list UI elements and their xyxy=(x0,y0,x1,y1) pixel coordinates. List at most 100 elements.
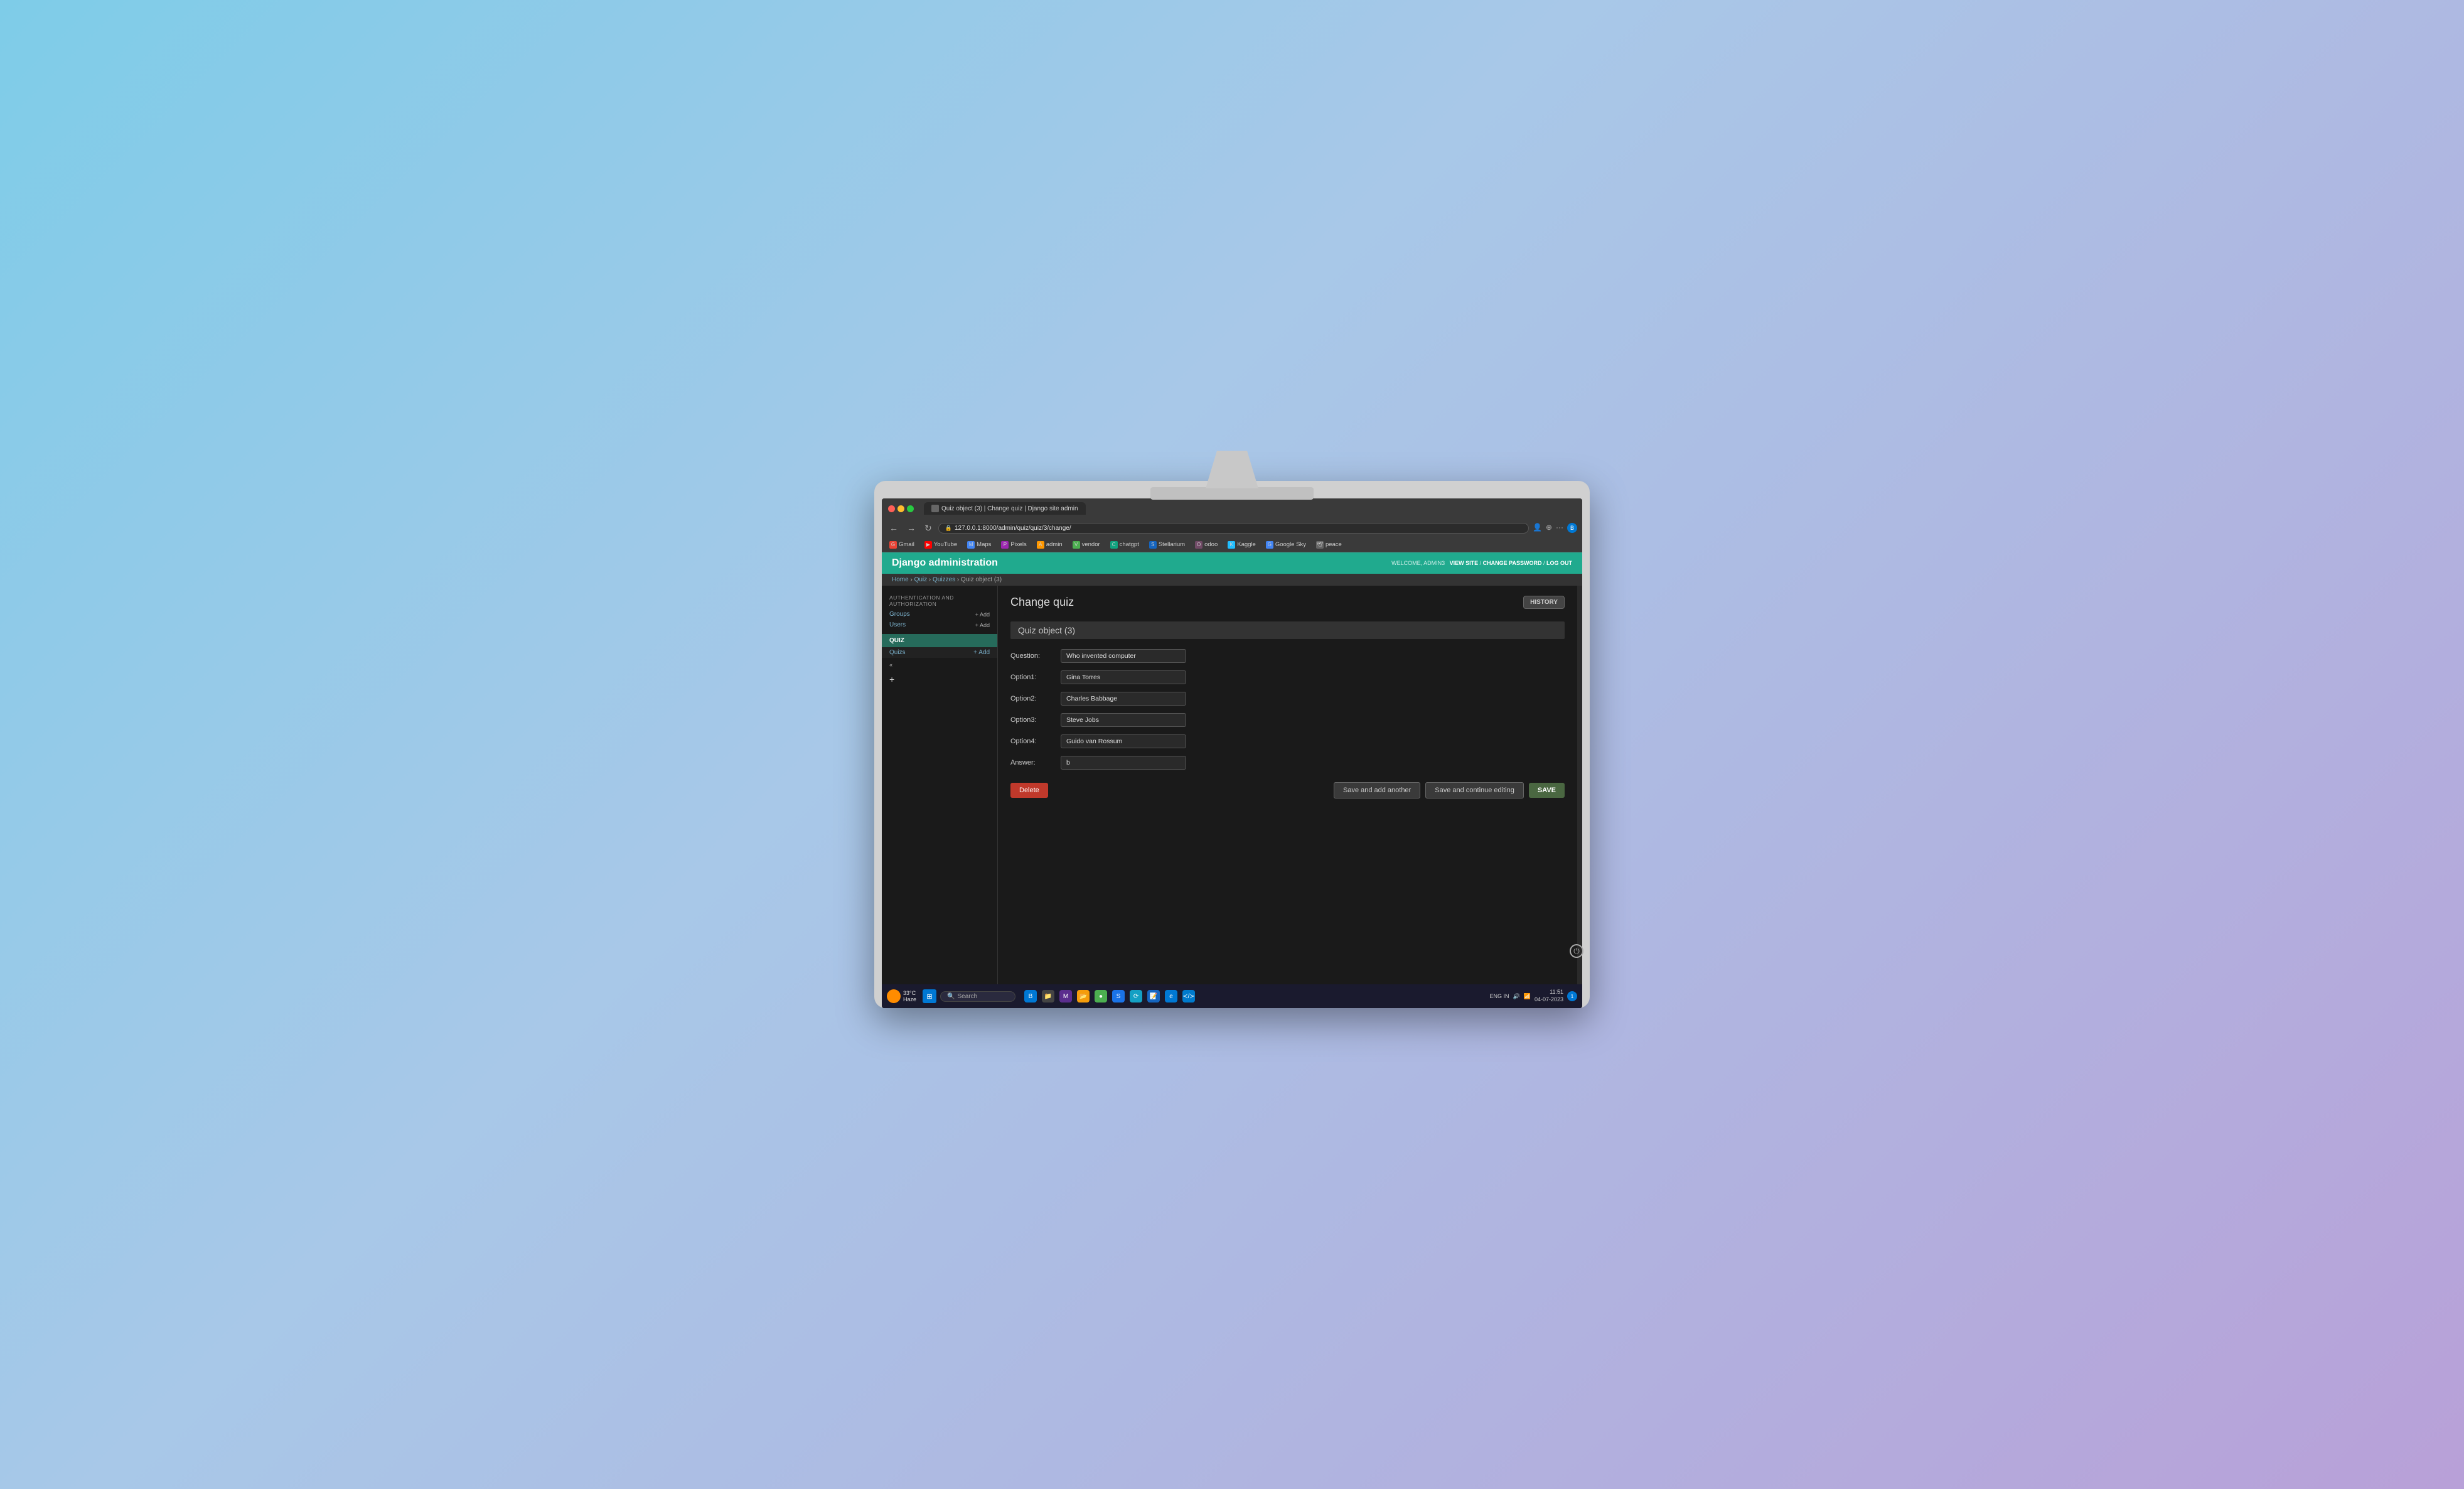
minimize-btn[interactable] xyxy=(897,505,904,512)
users-add-link[interactable]: + Add xyxy=(975,622,990,628)
admin-bm-icon: A xyxy=(1037,541,1044,549)
youtube-label: YouTube xyxy=(934,541,957,548)
weather-icon xyxy=(887,989,901,1003)
users-label: Users xyxy=(889,621,906,628)
django-page: Django administration WELCOME, ADMIN3 VI… xyxy=(882,552,1582,1008)
extensions-icon[interactable]: ⊕ xyxy=(1546,523,1552,533)
breadcrumb-quiz[interactable]: Quiz xyxy=(914,576,928,583)
taskbar-search[interactable]: 🔍 Search xyxy=(940,991,1015,1002)
bookmark-googlesky[interactable]: G Google Sky xyxy=(1263,540,1309,549)
sidebar-collapse-btn[interactable]: « xyxy=(882,658,997,672)
stellarium-label: Stellarium xyxy=(1159,541,1185,548)
monitor-stand-assembly xyxy=(1150,451,1314,500)
nav-icons: 👤 ⊕ ··· B xyxy=(1533,523,1577,533)
log-out-link[interactable]: LOG OUT xyxy=(1546,560,1572,566)
taskbar-meet-icon[interactable]: M xyxy=(1059,990,1072,1003)
taskbar-skype-icon[interactable]: S xyxy=(1112,990,1125,1003)
question-row: Question: xyxy=(1010,649,1565,663)
date-display: 04-07-2023 xyxy=(1535,996,1563,1004)
taskbar-vscode-icon[interactable]: ≺/≻ xyxy=(1182,990,1195,1003)
bookmark-admin[interactable]: A admin xyxy=(1034,540,1065,549)
bookmark-peace[interactable]: 🕊 peace xyxy=(1314,540,1344,549)
menu-icon[interactable]: ··· xyxy=(1556,523,1563,533)
time-display: 11:51 xyxy=(1535,989,1563,996)
bookmark-vendor[interactable]: V vendor xyxy=(1070,540,1103,549)
bookmark-chatgpt[interactable]: C chatgpt xyxy=(1108,540,1142,549)
save-continue-button[interactable]: Save and continue editing xyxy=(1425,782,1524,798)
answer-row: Answer: xyxy=(1010,756,1565,770)
bookmark-odoo[interactable]: O odoo xyxy=(1192,540,1220,549)
browser-titlebar: Quiz object (3) | Change quiz | Django s… xyxy=(882,498,1582,519)
pixels-icon: P xyxy=(1001,541,1009,549)
bookmark-youtube[interactable]: ▶ YouTube xyxy=(922,540,960,549)
answer-input[interactable] xyxy=(1061,756,1186,770)
search-text: Search xyxy=(957,993,977,1000)
sidebar-item-quizzes[interactable]: Quizs + Add xyxy=(882,647,997,658)
stellarium-icon: S xyxy=(1149,541,1157,549)
answer-label: Answer: xyxy=(1010,759,1061,766)
breadcrumb-current: Quiz object (3) xyxy=(961,576,1002,583)
change-password-link[interactable]: CHANGE PASSWORD xyxy=(1483,560,1542,566)
delete-button[interactable]: Delete xyxy=(1010,783,1048,798)
network-icon[interactable]: 📶 xyxy=(1524,993,1531,1000)
notification-badge[interactable]: 1 xyxy=(1567,991,1577,1001)
bing-icon[interactable]: B xyxy=(1567,523,1577,533)
option2-input[interactable] xyxy=(1061,692,1186,706)
kaggle-icon: K xyxy=(1228,541,1235,549)
history-button[interactable]: HISTORY xyxy=(1523,596,1565,609)
speaker-icon[interactable]: 🔊 xyxy=(1513,993,1520,1000)
quizzes-add-link[interactable]: + Add xyxy=(973,649,990,656)
admin-bm-label: admin xyxy=(1046,541,1063,548)
close-btn[interactable] xyxy=(888,505,895,512)
monitor-screen: Quiz object (3) | Change quiz | Django s… xyxy=(882,498,1582,1008)
option4-input[interactable] xyxy=(1061,734,1186,748)
bookmark-maps[interactable]: M Maps xyxy=(965,540,994,549)
weather-temp: 33°C xyxy=(903,990,916,996)
profile-icon[interactable]: 👤 xyxy=(1533,523,1542,533)
question-input[interactable] xyxy=(1061,649,1186,663)
taskbar-chrome-icon[interactable]: ● xyxy=(1095,990,1107,1003)
taskbar-files-icon[interactable]: 📁 xyxy=(1042,990,1054,1003)
power-button[interactable]: ⏻ xyxy=(1570,944,1583,958)
taskbar-app2-icon[interactable]: ⟳ xyxy=(1130,990,1142,1003)
groups-add-link[interactable]: + Add xyxy=(975,611,990,618)
groups-label: Groups xyxy=(889,611,910,618)
bookmark-stellarium[interactable]: S Stellarium xyxy=(1147,540,1187,549)
taskbar-notes-icon[interactable]: 📝 xyxy=(1147,990,1160,1003)
breadcrumb-home[interactable]: Home xyxy=(892,576,909,583)
maps-label: Maps xyxy=(977,541,991,548)
address-bar[interactable]: 🔒 127.0.0.1:8000/admin/quiz/quiz/3/chang… xyxy=(938,523,1529,534)
start-button[interactable]: ⊞ xyxy=(923,989,936,1003)
taskbar-browser-icon[interactable]: e xyxy=(1165,990,1177,1003)
forward-button[interactable]: → xyxy=(904,522,918,534)
tab-favicon xyxy=(931,505,939,512)
save-button[interactable]: SAVE xyxy=(1529,783,1565,798)
option3-input[interactable] xyxy=(1061,713,1186,727)
auth-section-title: AUTHENTICATION AND AUTHORIZATION xyxy=(882,591,997,609)
save-add-button[interactable]: Save and add another xyxy=(1334,782,1420,798)
kaggle-label: Kaggle xyxy=(1237,541,1256,548)
bookmark-gmail[interactable]: G Gmail xyxy=(887,540,917,549)
refresh-button[interactable]: ↻ xyxy=(922,522,935,535)
maximize-btn[interactable] xyxy=(907,505,914,512)
option1-input[interactable] xyxy=(1061,670,1186,684)
sidebar-item-groups[interactable]: Groups + Add xyxy=(882,609,997,620)
browser-tab[interactable]: Quiz object (3) | Change quiz | Django s… xyxy=(924,502,1086,515)
bookmark-pixels[interactable]: P Pixels xyxy=(999,540,1029,549)
taskbar-apps: B 📁 M 📂 ● S ⟳ 📝 e ≺/≻ xyxy=(1024,990,1195,1003)
peace-icon: 🕊 xyxy=(1316,541,1324,549)
language-indicator: ENG IN xyxy=(1490,993,1509,999)
view-site-link[interactable]: VIEW SITE xyxy=(1450,560,1479,566)
address-text: 127.0.0.1:8000/admin/quiz/quiz/3/change/ xyxy=(955,525,1071,532)
vendor-icon: V xyxy=(1073,541,1080,549)
breadcrumb-quizzes[interactable]: Quizzes xyxy=(933,576,955,583)
back-button[interactable]: ← xyxy=(887,522,901,534)
breadcrumb: Home › Quiz › Quizzes › Quiz object (3) xyxy=(882,574,1582,586)
bookmark-kaggle[interactable]: K Kaggle xyxy=(1225,540,1258,549)
sidebar-item-users[interactable]: Users + Add xyxy=(882,620,997,630)
taskbar-folder-icon[interactable]: 📂 xyxy=(1077,990,1090,1003)
sidebar-plus-btn[interactable]: + xyxy=(882,672,997,687)
taskbar-edge-icon[interactable]: B xyxy=(1024,990,1037,1003)
odoo-label: odoo xyxy=(1204,541,1218,548)
bookmarks-bar: G Gmail ▶ YouTube M Maps P Pixels A ad xyxy=(882,537,1582,552)
